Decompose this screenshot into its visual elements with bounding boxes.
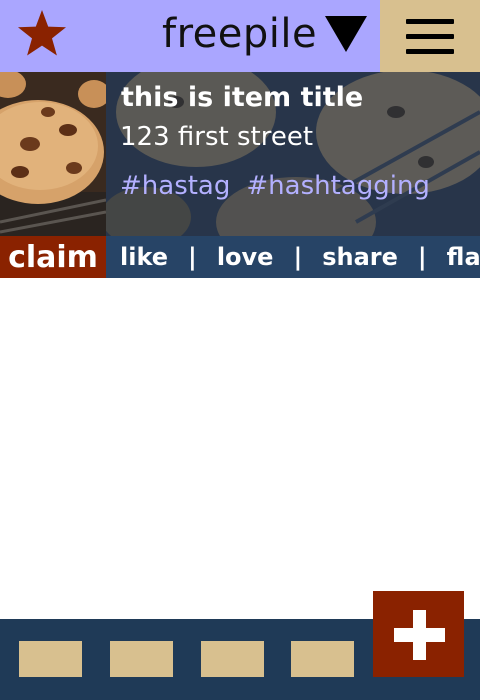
hashtag-link[interactable]: #hastag [120,171,230,201]
item-thumbnail[interactable] [0,72,106,236]
claim-button[interactable]: claim [0,236,106,278]
flag-button[interactable]: flag [447,243,480,271]
header-bar: freepile [0,0,380,72]
bottom-nav-button-3[interactable] [201,641,264,677]
item-tags: #hastag #hashtagging [120,171,430,201]
hashtag-link[interactable]: #hashtagging [246,171,430,201]
love-button[interactable]: love [217,243,274,271]
item-info[interactable]: this is item title 123 first street #has… [106,72,480,236]
item-actions-bar: like | love | share | flag [106,236,480,278]
item-card: this is item title 123 first street #has… [0,72,480,278]
add-item-button[interactable] [373,591,464,677]
action-separator: | [417,243,427,271]
bottom-nav-button-1[interactable] [19,641,82,677]
item-title: this is item title [121,82,364,113]
action-separator: | [293,243,303,271]
caret-down-icon [325,16,368,52]
bottom-nav-button-2[interactable] [110,641,173,677]
item-address: 123 first street [120,122,314,152]
like-button[interactable]: like [120,243,168,271]
app-title: freepile [162,11,318,57]
share-button[interactable]: share [322,243,398,271]
app-header: freepile [0,0,480,72]
action-separator: | [188,243,197,271]
hamburger-menu-icon[interactable] [380,0,480,72]
app-title-dropdown[interactable]: freepile [162,8,368,60]
bottom-nav-button-4[interactable] [291,641,354,677]
star-icon[interactable] [16,8,68,58]
